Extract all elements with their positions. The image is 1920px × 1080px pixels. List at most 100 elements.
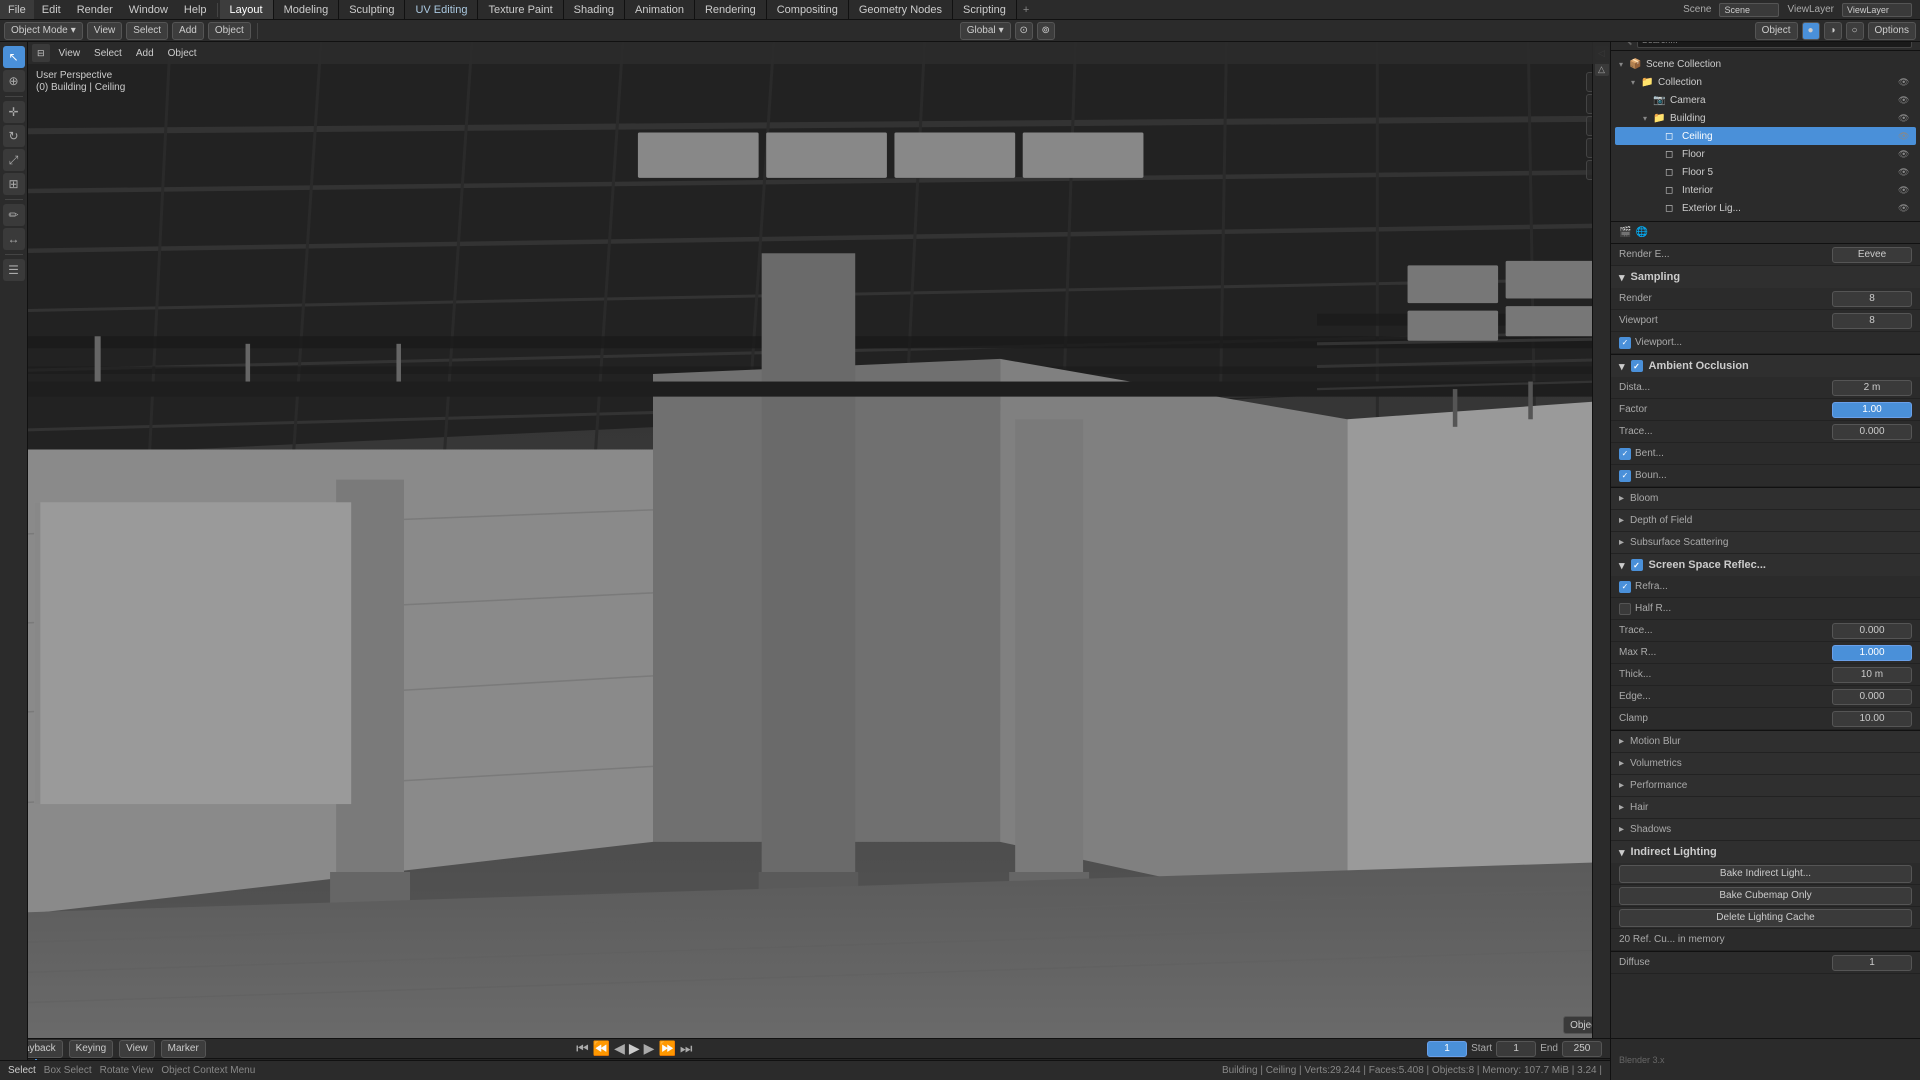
tool-measure[interactable]: ↔ (3, 228, 25, 250)
viewport-view-menu[interactable]: View (54, 44, 86, 62)
tab-texture-paint[interactable]: Texture Paint (478, 0, 563, 19)
overlay-btn[interactable]: Object (1755, 22, 1798, 40)
depth-of-field-section[interactable]: ▸ Depth of Field (1611, 510, 1920, 532)
object-menu[interactable]: Object (208, 22, 251, 40)
ssr-clamp-value[interactable]: 10.00 (1832, 711, 1912, 727)
shading-render[interactable]: ○ (1846, 22, 1864, 40)
tab-rendering[interactable]: Rendering (695, 0, 767, 19)
bake-cubemap-btn[interactable]: Bake Cubemap Only (1619, 887, 1912, 905)
view-layer-selector[interactable]: ViewLayer (1842, 3, 1912, 17)
ssr-enabled-check[interactable]: ✓ (1631, 559, 1643, 571)
play-start-btn[interactable]: ⏮ (576, 1040, 589, 1057)
tab-animation[interactable]: Animation (625, 0, 695, 19)
tree-building[interactable]: ▾ 📁 Building 👁 (1615, 109, 1916, 127)
status-select[interactable]: Select (8, 1065, 36, 1076)
ssr-trace-value[interactable]: 0.000 (1832, 623, 1912, 639)
diffuse-value[interactable]: 1 (1832, 955, 1912, 971)
object-mode-dropdown[interactable]: Object Mode ▾ (4, 22, 83, 40)
ssr-half-res-check[interactable] (1619, 603, 1631, 615)
ao-bent-check[interactable]: ✓ (1619, 448, 1631, 460)
menu-file[interactable]: File (0, 0, 34, 19)
viewport-object-menu[interactable]: Object (163, 44, 202, 62)
tree-exterior-light[interactable]: ◻ Exterior Lig... 👁 (1615, 199, 1916, 217)
tool-select[interactable]: ↖ (3, 46, 25, 68)
viewport-samples-value[interactable]: 8 (1832, 313, 1912, 329)
play-prev-btn[interactable]: ⏪ (593, 1040, 610, 1057)
viewport-select-menu[interactable]: Select (89, 44, 127, 62)
snap-toggle[interactable]: ⊙ (1015, 22, 1033, 40)
tree-floor5[interactable]: ◻ Floor 5 👁 (1615, 163, 1916, 181)
ssr-edge-value[interactable]: 0.000 (1832, 689, 1912, 705)
motion-blur-section[interactable]: ▸ Motion Blur (1611, 731, 1920, 753)
tab-shading[interactable]: Shading (564, 0, 625, 19)
timeline-marker-menu[interactable]: Marker (161, 1040, 206, 1058)
add-menu[interactable]: Add (172, 22, 204, 40)
tool-add[interactable]: ☰ (3, 259, 25, 281)
subsurface-section[interactable]: ▸ Subsurface Scattering (1611, 532, 1920, 554)
render-prop-icon[interactable]: 🎬 (1619, 227, 1631, 238)
play-next-btn[interactable]: ⏩ (658, 1040, 675, 1057)
volumetrics-section[interactable]: ▸ Volumetrics (1611, 753, 1920, 775)
indirect-lighting-header[interactable]: ▾ Indirect Lighting (1611, 841, 1920, 863)
menu-edit[interactable]: Edit (34, 0, 69, 19)
tab-modeling[interactable]: Modeling (274, 0, 340, 19)
shading-solid[interactable]: ● (1802, 22, 1820, 40)
tab-add-button[interactable]: + (1017, 0, 1035, 19)
strip-btn-2[interactable]: △ (1595, 62, 1609, 76)
menu-render[interactable]: Render (69, 0, 121, 19)
tool-annotate[interactable]: ✏ (3, 204, 25, 226)
ssr-thickness-value[interactable]: 10 m (1832, 667, 1912, 683)
delete-cache-btn[interactable]: Delete Lighting Cache (1619, 909, 1912, 927)
proportional-edit[interactable]: ⊚ (1037, 22, 1055, 40)
tool-transform[interactable]: ⊞ (3, 173, 25, 195)
ssr-maxrough-value[interactable]: 1.000 (1832, 645, 1912, 661)
tab-sculpting[interactable]: Sculpting (339, 0, 405, 19)
viewport-3d[interactable]: ⊟ View Select Add Object User Perspectiv… (28, 42, 1610, 1038)
render-samples-value[interactable]: 8 (1832, 291, 1912, 307)
timeline-view-menu[interactable]: View (119, 1040, 155, 1058)
viewport-denoising-checkbox[interactable]: ✓ Viewport... (1619, 337, 1682, 349)
current-frame-input[interactable]: 1 (1427, 1041, 1467, 1057)
play-pause-btn[interactable]: ▶ (629, 1040, 640, 1057)
hair-section[interactable]: ▸ Hair (1611, 797, 1920, 819)
tab-scripting[interactable]: Scripting (953, 0, 1017, 19)
select-menu[interactable]: Select (126, 22, 168, 40)
scene-prop-icon[interactable]: 🌐 (1635, 227, 1647, 238)
render-engine-value[interactable]: Eevee (1832, 247, 1912, 263)
scene-selector[interactable]: Scene (1719, 3, 1779, 17)
transform-orientation[interactable]: Global ▾ (960, 22, 1011, 40)
menu-window[interactable]: Window (121, 0, 176, 19)
tree-collection[interactable]: ▾ 📁 Collection 👁 (1615, 73, 1916, 91)
ao-factor-value[interactable]: 1.00 (1832, 402, 1912, 418)
play-fwd-btn[interactable]: ▶ (644, 1040, 655, 1057)
tab-uv-editing[interactable]: UV Editing (405, 0, 478, 19)
tool-rotate[interactable]: ↻ (3, 125, 25, 147)
timeline-keying-menu[interactable]: Keying (69, 1040, 114, 1058)
ssr-refraction-check[interactable]: ✓ (1619, 581, 1631, 593)
end-frame-input[interactable]: 250 (1562, 1041, 1602, 1057)
play-back-btn[interactable]: ◀ (614, 1040, 625, 1057)
start-frame-input[interactable]: 1 (1496, 1041, 1536, 1057)
tab-geometry-nodes[interactable]: Geometry Nodes (849, 0, 953, 19)
tree-camera[interactable]: 📷 Camera 👁 (1615, 91, 1916, 109)
status-box-select[interactable]: Box Select (44, 1065, 92, 1076)
options-btn[interactable]: Options (1868, 22, 1916, 40)
tool-scale[interactable]: ⤢ (3, 149, 25, 171)
bake-indirect-btn[interactable]: Bake Indirect Light... (1619, 865, 1912, 883)
ao-trace-value[interactable]: 0.000 (1832, 424, 1912, 440)
tree-ceiling[interactable]: ◻ Ceiling 👁 (1615, 127, 1916, 145)
tab-layout[interactable]: Layout (220, 0, 274, 19)
menu-help[interactable]: Help (176, 0, 215, 19)
tree-scene-collection[interactable]: ▾ 📦 Scene Collection (1615, 55, 1916, 73)
ao-bounces-check[interactable]: ✓ (1619, 470, 1631, 482)
status-object-context[interactable]: Object Context Menu (161, 1065, 255, 1076)
play-end-btn[interactable]: ⏭ (680, 1040, 693, 1057)
sampling-header[interactable]: ▾ Sampling (1611, 266, 1920, 288)
ao-enabled-check[interactable]: ✓ (1631, 360, 1643, 372)
tool-cursor[interactable]: ⊕ (3, 70, 25, 92)
status-rotate-view[interactable]: Rotate View (100, 1065, 154, 1076)
tab-compositing[interactable]: Compositing (767, 0, 849, 19)
tree-floor[interactable]: ◻ Floor 👁 (1615, 145, 1916, 163)
ao-distance-value[interactable]: 2 m (1832, 380, 1912, 396)
view-menu[interactable]: View (87, 22, 123, 40)
